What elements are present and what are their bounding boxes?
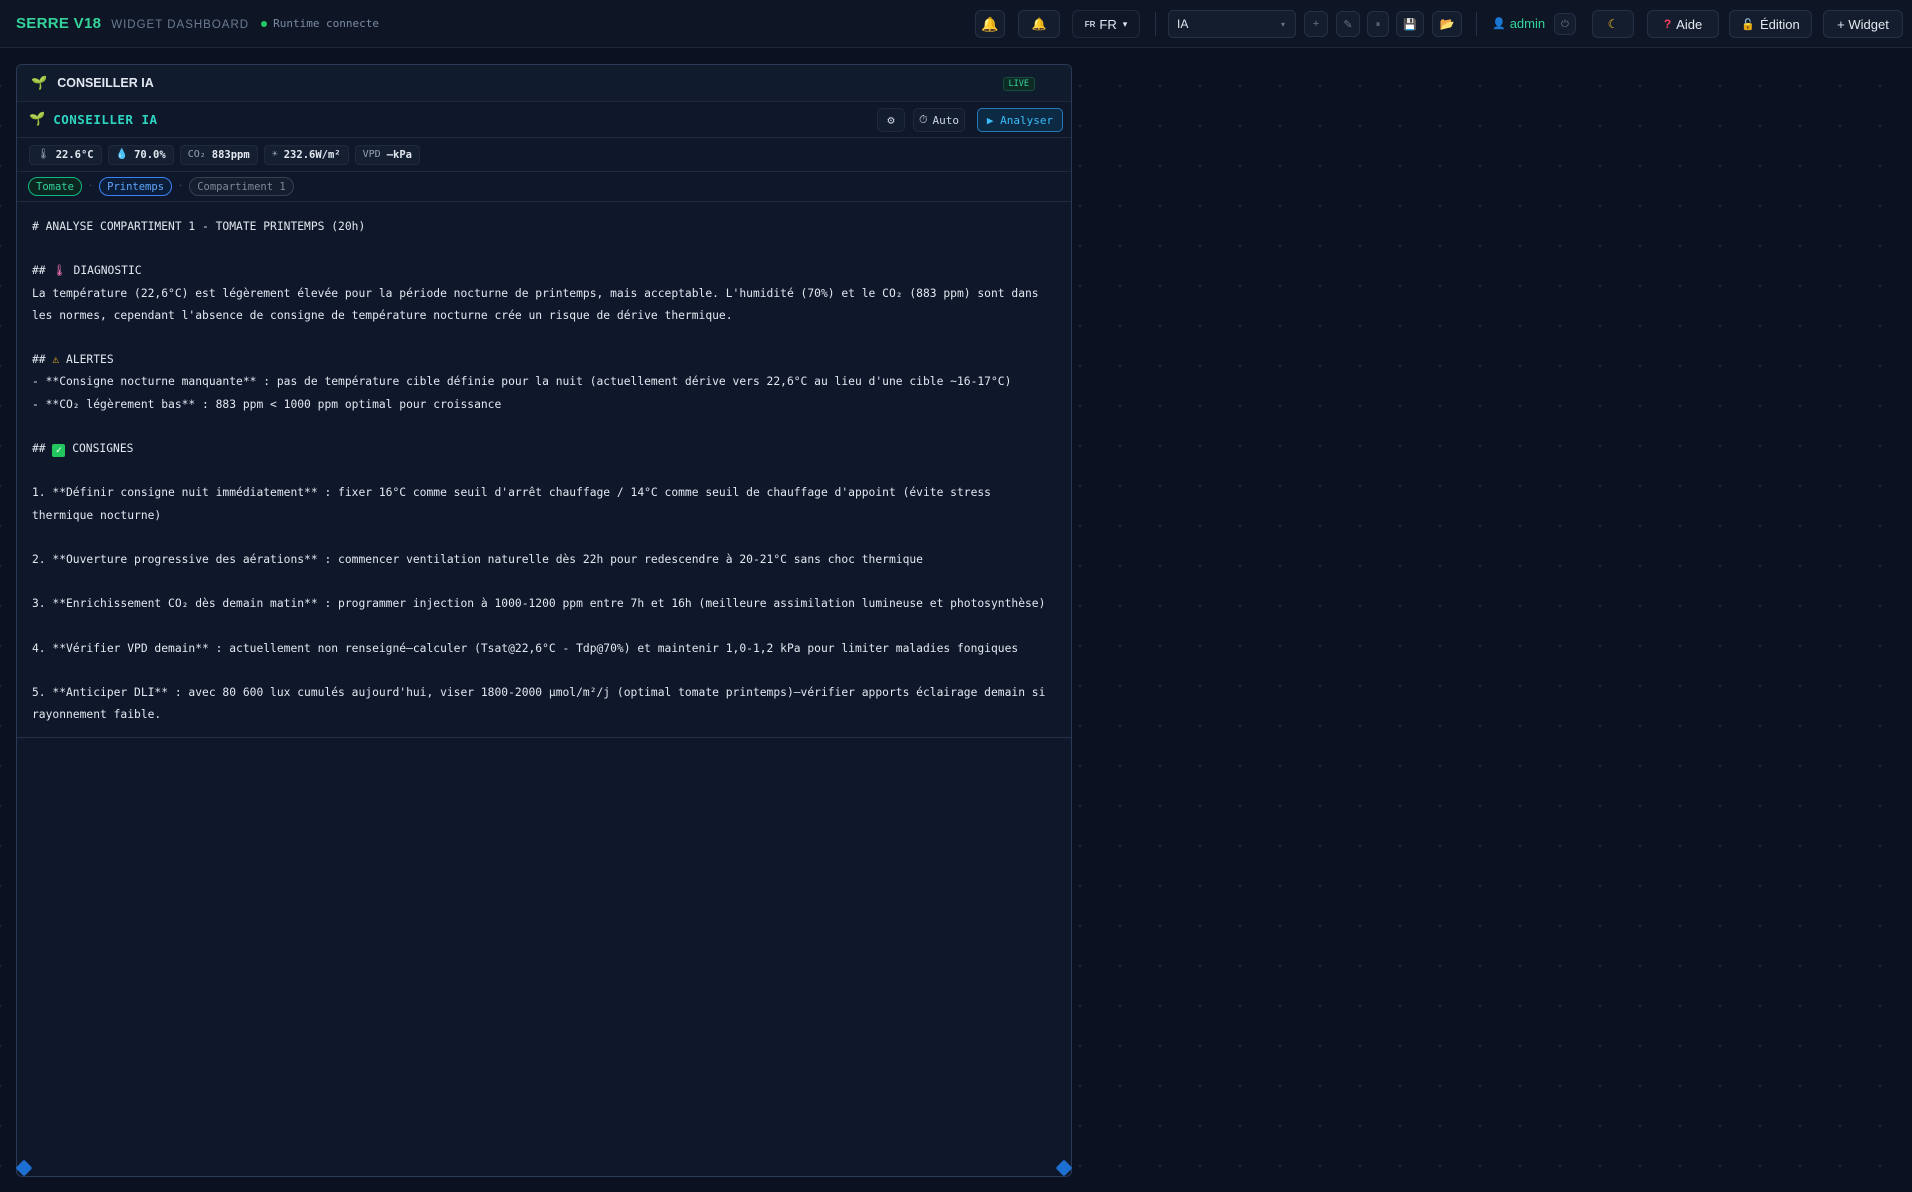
temperature-chip: 🌡 22.6°C xyxy=(29,144,102,165)
gear-icon: ⚙ xyxy=(887,113,895,127)
co2-value: 883ppm xyxy=(211,148,250,161)
context-tags: Tomate · Printemps · Compartiment 1 xyxy=(17,172,1071,202)
pause-button[interactable]: ⏸ xyxy=(1367,11,1389,37)
check-icon: ✓ xyxy=(52,443,66,457)
crop-tag[interactable]: Tomate xyxy=(28,177,82,196)
add-widget-button[interactable]: + Widget xyxy=(1823,10,1903,38)
app-brand: SERRE V18 xyxy=(16,15,102,32)
user-name: admin xyxy=(1509,16,1546,31)
app-subtitle: WIDGET DASHBOARD xyxy=(111,18,250,31)
pause-icon: ⏸ xyxy=(1375,18,1381,29)
metrics-bar: 🌡 22.6°C 💧 70.0% CO₂ 883ppm ☀ 232.6W/m² … xyxy=(17,138,1071,172)
bell-icon: 🔔 xyxy=(981,15,999,32)
folder-icon: 📂 xyxy=(1439,17,1455,31)
panel-divider xyxy=(17,737,1071,738)
language-select[interactable]: FR FR ▾ xyxy=(1072,10,1140,38)
tag-separator: · xyxy=(179,181,183,192)
add-widget-label: + Widget xyxy=(1837,16,1889,32)
status-dot-icon xyxy=(261,20,268,27)
live-badge: LIVE xyxy=(1002,77,1035,91)
thermometer-icon: 🌡 xyxy=(52,264,67,278)
droplet-icon: 💧 xyxy=(115,149,129,160)
chevron-down-icon: ▾ xyxy=(1122,18,1128,29)
consigne-item: 3. **Enrichissement CO₂ dès demain matin… xyxy=(32,597,1046,611)
co2-label: CO₂ xyxy=(187,149,206,160)
runtime-status-text: Runtime connecte xyxy=(273,17,380,30)
radiation-chip: ☀ 232.6W/m² xyxy=(263,144,349,165)
auto-label: Auto xyxy=(932,113,960,127)
add-layout-button[interactable]: + xyxy=(1304,11,1328,37)
tag-separator: · xyxy=(88,181,93,192)
edit-mode-button[interactable]: 🔓 Édition xyxy=(1729,10,1812,38)
consignes-heading: ## ✓ CONSIGNES xyxy=(32,441,134,457)
layout-select[interactable]: IA ▾ xyxy=(1168,10,1296,38)
co2-chip: CO₂ 883ppm xyxy=(179,144,258,165)
alert-item: - **Consigne nocturne manquante** : pas … xyxy=(32,375,1012,389)
widget-title: CONSEILLER IA xyxy=(57,76,154,90)
alerts-heading: ## ⚠ ALERTES xyxy=(32,353,114,367)
vpd-value: —kPa xyxy=(386,148,412,161)
panel-header: 🌱 CONSEILLER IA ⚙ ⏱ Auto ▶ Analyser xyxy=(17,102,1071,138)
user-icon: 👤 xyxy=(1492,18,1506,30)
save-icon: 💾 xyxy=(1403,18,1417,31)
vpd-label: VPD xyxy=(362,149,381,160)
notifications-button[interactable]: 🔔 xyxy=(975,10,1005,38)
rename-layout-button[interactable]: ✎ xyxy=(1336,11,1360,37)
save-layout-button[interactable]: 💾 xyxy=(1396,11,1424,37)
pencil-icon: ✎ xyxy=(1343,18,1353,31)
help-label: Aide xyxy=(1676,16,1703,32)
consigne-item: 5. **Anticiper DLI** : avec 80 600 lux c… xyxy=(32,686,1046,722)
open-layout-button[interactable]: 📂 xyxy=(1432,11,1462,37)
radiation-value: 232.6W/m² xyxy=(283,148,341,161)
analyze-label: ▶ Analyser xyxy=(986,113,1054,127)
chevron-down-icon: ▾ xyxy=(1280,19,1285,29)
temperature-value: 22.6°C xyxy=(55,148,94,161)
edit-mode-label: Édition xyxy=(1759,16,1800,32)
question-icon: ? xyxy=(1663,17,1672,31)
alerts-button[interactable]: 🔔 xyxy=(1018,10,1060,38)
diagnostic-text: La température (22,6°C) est légèrement é… xyxy=(32,286,1039,322)
auto-button[interactable]: ⏱ Auto xyxy=(913,108,965,132)
sprout-icon: 🌱 xyxy=(31,75,48,91)
analysis-heading: # ANALYSE COMPARTIMENT 1 - TOMATE PRINTE… xyxy=(32,220,366,233)
consigne-item: 4. **Vérifier VPD demain** : actuellemen… xyxy=(32,641,1019,655)
layout-select-value: IA xyxy=(1177,17,1189,31)
humidity-value: 70.0% xyxy=(134,148,166,161)
thermometer-icon: 🌡 xyxy=(37,149,50,160)
timer-icon: ⏱ xyxy=(918,113,928,126)
panel-title: CONSEILLER IA xyxy=(53,112,158,127)
unlock-icon: 🔓 xyxy=(1741,18,1755,31)
compartment-tag[interactable]: Compartiment 1 xyxy=(189,177,294,196)
help-button[interactable]: ? Aide xyxy=(1647,10,1719,38)
consigne-item: 1. **Définir consigne nuit immédiatement… xyxy=(32,486,991,522)
analyze-button[interactable]: ▶ Analyser xyxy=(977,108,1063,132)
vpd-chip: VPD —kPa xyxy=(354,144,420,165)
season-tag[interactable]: Printemps xyxy=(99,177,173,196)
bell-alert-icon: 🔔 xyxy=(1031,17,1047,31)
language-value: FR xyxy=(1099,16,1117,32)
settings-button[interactable]: ⚙ xyxy=(877,108,905,132)
analysis-content: # ANALYSE COMPARTIMENT 1 - TOMATE PRINTE… xyxy=(17,202,1071,727)
humidity-chip: 💧 70.0% xyxy=(107,144,174,165)
language-flag: FR xyxy=(1084,19,1096,29)
sun-icon: ☀ xyxy=(271,149,278,160)
advisor-widget: 🌱 CONSEILLER IA LIVE 🌱 CONSEILLER IA ⚙ ⏱… xyxy=(16,64,1072,1177)
plus-icon: + xyxy=(1312,18,1320,30)
alert-item: - **CO₂ légèrement bas** : 883 ppm < 100… xyxy=(32,397,502,411)
logout-button[interactable]: ⏻ xyxy=(1554,13,1576,35)
theme-toggle-button[interactable]: ☾ xyxy=(1592,10,1634,38)
power-icon: ⏻ xyxy=(1561,18,1569,30)
moon-icon: ☾ xyxy=(1607,17,1619,31)
user-menu[interactable]: 👤 admin xyxy=(1492,16,1545,31)
sprout-icon: 🌱 xyxy=(29,112,46,127)
toolbar-divider xyxy=(1476,12,1477,36)
widget-header[interactable]: 🌱 CONSEILLER IA LIVE xyxy=(17,65,1071,102)
runtime-status: Runtime connecte xyxy=(261,17,379,30)
toolbar-divider xyxy=(1155,12,1156,36)
consigne-item: 2. **Ouverture progressive des aérations… xyxy=(32,552,923,566)
diagnostic-heading: ## 🌡 DIAGNOSTIC xyxy=(32,264,142,278)
